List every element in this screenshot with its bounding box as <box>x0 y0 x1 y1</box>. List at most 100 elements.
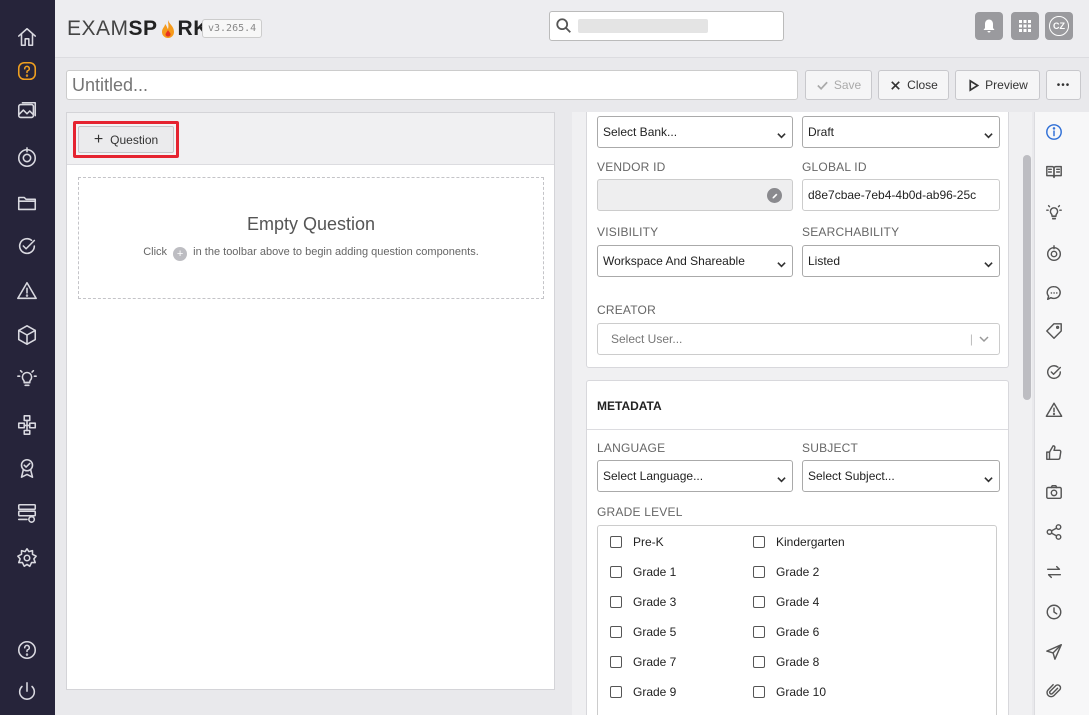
question-title-field[interactable] <box>66 70 798 100</box>
grade-checkbox[interactable]: Grade 6 <box>753 625 819 639</box>
tag-icon[interactable] <box>1043 320 1065 342</box>
paperclip-icon[interactable] <box>1043 680 1065 702</box>
close-label: Close <box>907 78 938 92</box>
flame-icon <box>159 19 177 39</box>
add-question-highlight[interactable]: + Question <box>73 121 179 158</box>
checkbox[interactable] <box>610 626 622 638</box>
warning-icon[interactable] <box>14 278 40 304</box>
avatar: CZ <box>1049 16 1069 36</box>
save-button[interactable]: Save <box>805 70 872 100</box>
grade-label: Grade 10 <box>776 685 827 699</box>
home-icon[interactable] <box>14 24 40 50</box>
add-question-button[interactable]: + Question <box>78 126 174 153</box>
info-icon[interactable] <box>1043 121 1065 143</box>
grade-checkbox[interactable]: Pre-K <box>610 535 664 549</box>
save-label: Save <box>833 78 862 92</box>
grade-level-list: Pre-K Kindergarten Grade 1 Grade 2 Grade… <box>597 525 997 715</box>
global-search[interactable] <box>549 11 784 41</box>
bank-value: Select Bank... <box>603 125 678 139</box>
comment-icon[interactable] <box>1043 282 1065 304</box>
left-sidebar <box>0 0 55 715</box>
lightbulb-icon[interactable] <box>1043 201 1065 223</box>
award-icon[interactable] <box>14 455 40 481</box>
properties-scrollbar[interactable] <box>1023 155 1031 400</box>
bank-select[interactable]: Select Bank... <box>597 116 793 148</box>
creator-select[interactable]: Select User... | <box>597 323 1000 355</box>
panel-divider[interactable] <box>555 112 572 715</box>
grade-checkbox[interactable]: Grade 8 <box>753 655 819 669</box>
target-icon[interactable] <box>1043 243 1065 265</box>
grade-checkbox[interactable]: Kindergarten <box>753 535 845 549</box>
searchability-select[interactable]: Listed <box>802 245 1000 277</box>
subject-select[interactable]: Select Subject... <box>802 460 1000 492</box>
grade-checkbox[interactable]: Grade 3 <box>610 595 676 609</box>
check-circle-icon[interactable] <box>14 233 40 259</box>
apps-button[interactable] <box>1011 12 1039 40</box>
grade-checkbox[interactable]: Grade 10 <box>753 685 826 699</box>
check-circle-icon[interactable] <box>1043 361 1065 383</box>
global-id-label: GLOBAL ID <box>802 160 867 174</box>
camera-icon[interactable] <box>1043 481 1065 503</box>
grade-checkbox[interactable]: Grade 4 <box>753 595 819 609</box>
folder-icon[interactable] <box>14 190 40 216</box>
share-icon[interactable] <box>1043 521 1065 543</box>
grade-checkbox[interactable]: Grade 5 <box>610 625 676 639</box>
checkbox[interactable] <box>753 566 765 578</box>
grade-label: Pre-K <box>633 535 664 549</box>
power-icon[interactable] <box>14 679 40 705</box>
grade-checkbox[interactable]: Grade 7 <box>610 655 676 669</box>
app-logo[interactable]: EXAM SP RK <box>67 17 209 41</box>
empty-question-hint: Click + in the toolbar above to begin ad… <box>79 246 543 261</box>
language-label: LANGUAGE <box>597 441 666 455</box>
preview-label: Preview <box>985 78 1028 92</box>
more-options-button[interactable]: ••• <box>1046 70 1081 100</box>
checkbox[interactable] <box>753 596 765 608</box>
properties-panel: Select Bank... Draft VENDOR ID GLOBAL ID… <box>572 112 1032 715</box>
lightbulb-icon[interactable] <box>14 365 40 391</box>
checkbox[interactable] <box>610 566 622 578</box>
clock-icon[interactable] <box>1043 601 1065 623</box>
edit-pencil-icon[interactable] <box>767 188 782 203</box>
top-bar: EXAM SP RK v3.265.4 CZ <box>55 0 1089 58</box>
server-settings-icon[interactable] <box>14 500 40 526</box>
swap-icon[interactable] <box>1043 561 1065 583</box>
checkbox[interactable] <box>753 626 765 638</box>
checkbox[interactable] <box>753 656 765 668</box>
checkbox[interactable] <box>610 536 622 548</box>
target-icon[interactable] <box>14 145 40 171</box>
checkbox[interactable] <box>610 596 622 608</box>
book-icon[interactable] <box>1043 161 1065 183</box>
grade-label: Grade 8 <box>776 655 820 669</box>
checkbox[interactable] <box>610 686 622 698</box>
vendor-id-field[interactable] <box>597 179 793 211</box>
workflow-icon[interactable] <box>14 412 40 438</box>
checkbox[interactable] <box>610 656 622 668</box>
grade-checkbox[interactable]: Grade 1 <box>610 565 676 579</box>
checkbox[interactable] <box>753 686 765 698</box>
close-button[interactable]: Close <box>878 70 949 100</box>
images-icon[interactable] <box>14 98 40 124</box>
visibility-select[interactable]: Workspace And Shareable <box>597 245 793 277</box>
help-icon[interactable] <box>14 637 40 663</box>
grade-checkbox[interactable]: Grade 9 <box>610 685 676 699</box>
grade-checkbox[interactable]: Grade 2 <box>753 565 819 579</box>
preview-button[interactable]: Preview <box>955 70 1040 100</box>
question-icon[interactable] <box>14 58 40 84</box>
settings-gear-icon[interactable] <box>14 545 40 571</box>
chevron-down-icon <box>984 129 993 139</box>
thumbs-up-icon[interactable] <box>1043 442 1065 464</box>
searchability-value: Listed <box>808 254 841 268</box>
checkbox[interactable] <box>753 536 765 548</box>
notifications-button[interactable] <box>975 12 1003 40</box>
send-icon[interactable] <box>1043 641 1065 663</box>
chevron-down-icon <box>984 473 993 483</box>
language-select[interactable]: Select Language... <box>597 460 793 492</box>
search-input[interactable] <box>576 16 776 36</box>
user-avatar-button[interactable]: CZ <box>1045 12 1073 40</box>
warning-icon[interactable] <box>1043 399 1065 421</box>
cube-icon[interactable] <box>14 322 40 348</box>
status-select[interactable]: Draft <box>802 116 1000 148</box>
title-input[interactable] <box>67 71 797 99</box>
global-id-field[interactable]: d8e7cbae-7eb4-4b0d-ab96-25c <box>802 179 1000 211</box>
chevron-down-icon <box>777 473 786 483</box>
